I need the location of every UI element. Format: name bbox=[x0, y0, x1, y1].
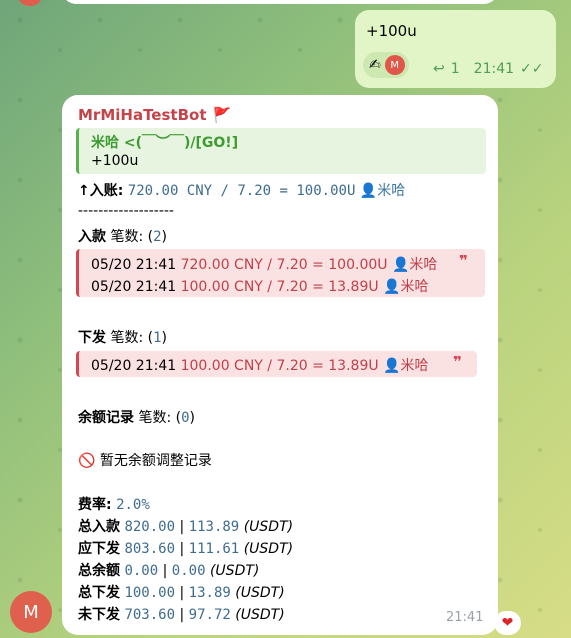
total-value-cny: 803.60 bbox=[124, 541, 176, 557]
total-value-usdt: 111.61 bbox=[188, 541, 240, 557]
sender-name[interactable]: MrMiHaTestBot 🚩 bbox=[78, 106, 231, 124]
message-time: 21:41 bbox=[446, 610, 484, 625]
income-count-label: 笔数: ( bbox=[110, 229, 154, 245]
total-unit: (USDT) bbox=[243, 519, 294, 535]
outgoing-message-text: +100u bbox=[366, 22, 417, 40]
row-calc: 100.00 CNY / 7.20 = 13.89U bbox=[180, 358, 379, 374]
reply-quote[interactable]: 米哈 <(￣︶￣)/[GO!] +100u bbox=[76, 128, 486, 174]
total-label: 总下发 bbox=[78, 585, 120, 601]
row-calc: 720.00 CNY / 7.20 = 100.00U bbox=[180, 257, 388, 273]
reaction-pill[interactable]: ✍ M bbox=[363, 52, 409, 78]
total-label: 未下发 bbox=[78, 607, 120, 623]
fee-label: 费率: bbox=[78, 497, 112, 513]
fee-value: 2.0% bbox=[116, 497, 150, 513]
total-value-usdt: 113.89 bbox=[188, 519, 240, 535]
income-row: 05/20 21:41 100.00 CNY / 7.20 = 13.89U 👤… bbox=[91, 276, 428, 296]
total-value-cny: 703.60 bbox=[124, 607, 176, 623]
payout-heading: 下发 笔数: (1) bbox=[78, 327, 167, 347]
fee-line: 费率: 2.0% bbox=[78, 494, 150, 514]
payout-count: 1 bbox=[153, 330, 162, 346]
total-value-cny: 0.00 bbox=[124, 563, 159, 579]
row-user[interactable]: 👤米哈 bbox=[383, 279, 428, 295]
total-row: 总下发 100.00 | 13.89 (USDT) bbox=[78, 585, 285, 601]
double-check-icon: ✓✓ bbox=[520, 61, 544, 77]
income-close: ) bbox=[161, 229, 167, 245]
row-user[interactable]: 👤米哈 bbox=[392, 257, 437, 273]
total-row: 总入款 820.00 | 113.89 (USDT) bbox=[78, 519, 294, 535]
total-row: 总余额 0.00 | 0.00 (USDT) bbox=[78, 563, 260, 579]
writing-hand-icon: ✍ bbox=[369, 57, 381, 73]
entry-line: ↑入账: 720.00 CNY / 7.20 = 100.00U 👤米哈 bbox=[78, 180, 405, 200]
total-unit: (USDT) bbox=[209, 563, 260, 579]
entry-user[interactable]: 👤米哈 bbox=[360, 183, 405, 199]
incoming-message-bubble[interactable]: MrMiHaTestBot 🚩 米哈 <(￣︶￣)/[GO!] +100u ↑入… bbox=[62, 95, 498, 635]
payout-count-label: 笔数: ( bbox=[110, 330, 154, 346]
income-records-box: 05/20 21:41 720.00 CNY / 7.20 = 100.00U … bbox=[76, 249, 485, 297]
total-unit: (USDT) bbox=[235, 607, 285, 623]
quote-title: 米哈 <(￣︶￣)/[GO!] bbox=[91, 135, 239, 151]
total-row: 应下发 803.60 | 111.61 (USDT) bbox=[78, 541, 294, 557]
payout-records-box: 05/20 21:41 100.00 CNY / 7.20 = 13.89U 👤… bbox=[76, 351, 477, 377]
payout-label: 下发 bbox=[78, 330, 106, 346]
reply-count: 1 bbox=[450, 61, 460, 77]
income-label: 入款 bbox=[78, 229, 106, 245]
balance-close: ) bbox=[189, 410, 195, 426]
income-row: 05/20 21:41 720.00 CNY / 7.20 = 100.00U … bbox=[91, 254, 437, 274]
total-unit: (USDT) bbox=[243, 541, 294, 557]
row-time: 05/20 21:41 bbox=[91, 358, 177, 374]
previous-message-bubble bbox=[62, 0, 498, 4]
outgoing-message-bubble[interactable]: +100u ✍ M ↩ 1 21:41 ✓✓ bbox=[355, 10, 556, 88]
avatar[interactable]: M bbox=[10, 591, 52, 633]
total-label: 总入款 bbox=[78, 519, 120, 535]
row-user[interactable]: 👤米哈 bbox=[383, 358, 428, 374]
divider-text: ------------------- bbox=[78, 203, 174, 219]
balance-count: 0 bbox=[181, 410, 190, 426]
total-value-usdt: 0.00 bbox=[171, 563, 206, 579]
no-balance-text: 🚫 暂无余额调整记录 bbox=[78, 453, 212, 469]
income-heading: 入款 笔数: (2) bbox=[78, 226, 167, 246]
row-time: 05/20 21:41 bbox=[91, 257, 177, 273]
sender-label: MrMiHaTestBot bbox=[78, 106, 207, 124]
blockquote-icon: ❞ bbox=[453, 353, 462, 371]
payout-close: ) bbox=[161, 330, 167, 346]
total-label: 应下发 bbox=[78, 541, 120, 557]
heart-reaction[interactable]: ❤ bbox=[494, 611, 521, 635]
reactor-avatar: M bbox=[384, 55, 405, 75]
total-label: 总余额 bbox=[78, 563, 120, 579]
message-time: 21:41 bbox=[473, 61, 515, 77]
flag-icon: 🚩 bbox=[212, 106, 232, 124]
message-meta: ↩ 1 21:41 ✓✓ bbox=[433, 61, 543, 77]
total-value-cny: 100.00 bbox=[124, 585, 176, 601]
total-unit: (USDT) bbox=[235, 585, 285, 601]
entry-value: 720.00 CNY / 7.20 = 100.00U bbox=[127, 183, 356, 199]
reactions[interactable]: ✍ M bbox=[363, 52, 409, 78]
row-calc: 100.00 CNY / 7.20 = 13.89U bbox=[180, 279, 379, 295]
income-count: 2 bbox=[153, 229, 162, 245]
balance-heading: 余额记录 笔数: (0) bbox=[78, 407, 195, 427]
row-time: 05/20 21:41 bbox=[91, 279, 177, 295]
total-row: 未下发 703.60 | 97.72 (USDT) bbox=[78, 607, 285, 623]
blockquote-icon: ❞ bbox=[459, 252, 468, 270]
quote-text: +100u bbox=[91, 153, 139, 169]
balance-count-label: 笔数: ( bbox=[138, 410, 182, 426]
balance-label: 余额记录 bbox=[78, 410, 134, 426]
total-value-usdt: 97.72 bbox=[188, 607, 231, 623]
entry-prefix: ↑入账: bbox=[78, 183, 124, 199]
reply-arrow-icon[interactable]: ↩ bbox=[433, 61, 445, 77]
total-value-usdt: 13.89 bbox=[188, 585, 231, 601]
payout-row: 05/20 21:41 100.00 CNY / 7.20 = 13.89U 👤… bbox=[91, 355, 428, 375]
total-value-cny: 820.00 bbox=[124, 519, 176, 535]
